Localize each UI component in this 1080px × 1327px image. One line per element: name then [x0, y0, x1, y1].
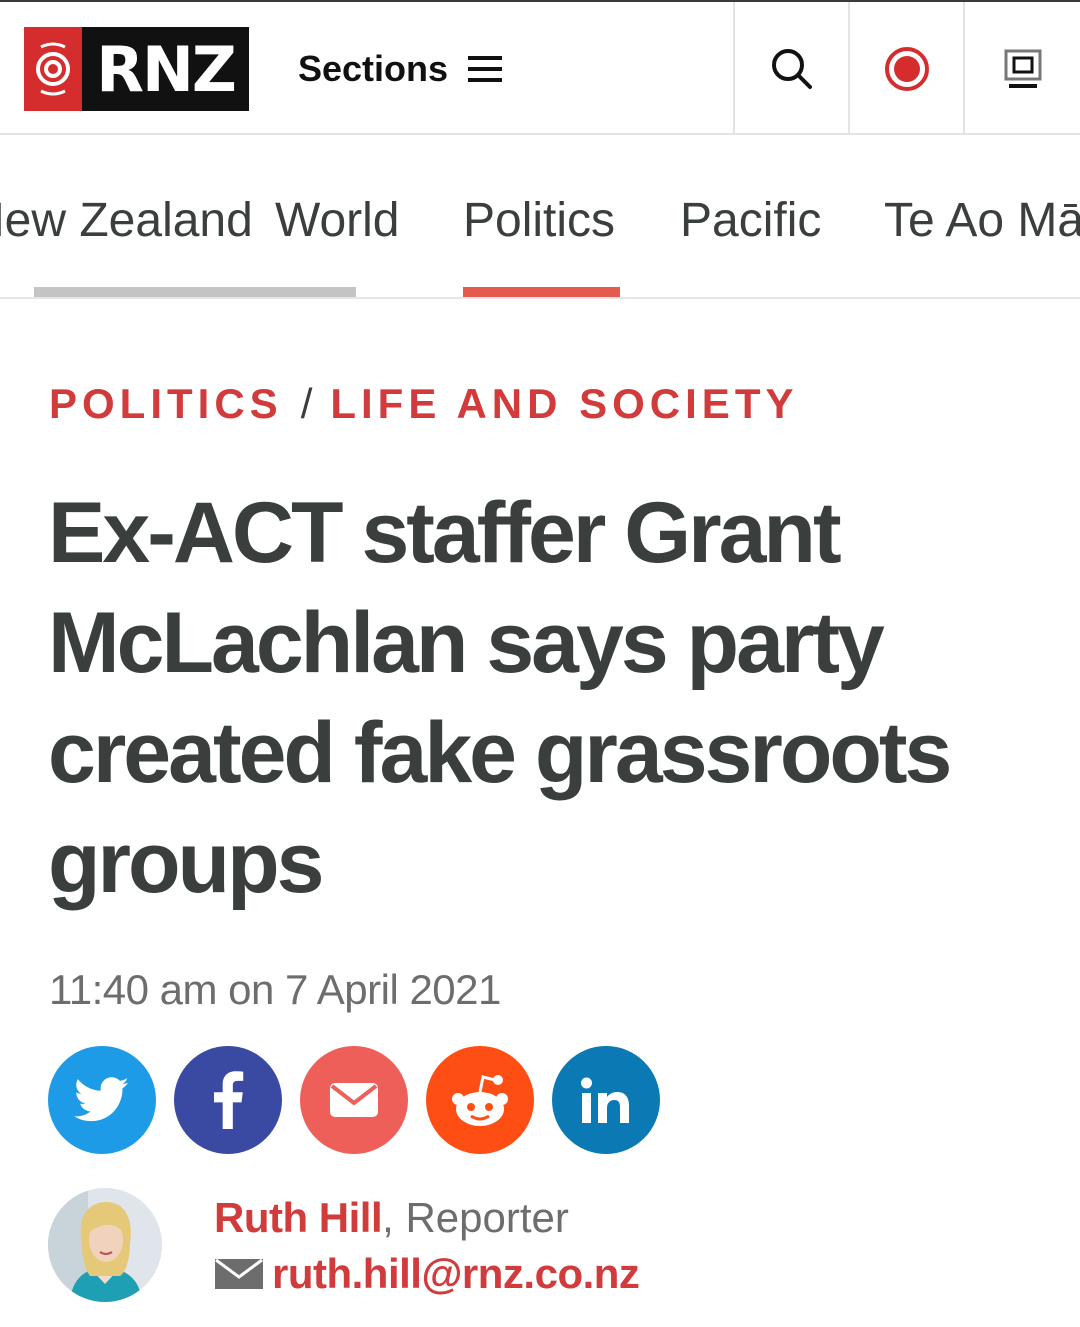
tab-new-zealand[interactable]: New Zealand: [0, 193, 253, 248]
tab-new-zealand-indicator: [34, 287, 356, 297]
twitter-icon: [74, 1077, 129, 1122]
author-byline: Ruth Hill, Reporter: [214, 1194, 569, 1242]
search-icon: [771, 48, 812, 89]
tab-politics-active-indicator: [463, 287, 620, 297]
linkedin-icon: [581, 1077, 629, 1123]
author-photo: [48, 1188, 162, 1302]
author-role: , Reporter: [382, 1194, 569, 1241]
sections-menu-button[interactable]: Sections: [298, 48, 503, 90]
hamburger-icon: [468, 56, 503, 82]
tab-pacific[interactable]: Pacific: [680, 193, 821, 248]
article-dateline: 11:40 am on 7 April 2021: [49, 966, 501, 1013]
facebook-icon: [213, 1071, 244, 1129]
share-linkedin-button[interactable]: [552, 1046, 660, 1154]
mail-icon: [330, 1083, 378, 1117]
category-separator: /: [300, 380, 313, 427]
author-email-address: ruth.hill@rnz.co.nz: [272, 1250, 640, 1297]
rnz-logo[interactable]: RNZ: [24, 27, 249, 111]
sections-label: Sections: [298, 48, 449, 89]
article-headline: Ex-ACT staffer Grant McLachlan says part…: [48, 485, 952, 911]
reddit-icon: [452, 1075, 508, 1126]
category-link-life-and-society[interactable]: LIFE AND SOCIETY: [330, 380, 798, 427]
live-radio-button[interactable]: [848, 2, 963, 135]
share-email-button[interactable]: [300, 1046, 408, 1154]
section-tabs: New Zealand World Politics Pacific Te Ao…: [0, 137, 1080, 299]
author-name-link[interactable]: Ruth Hill: [214, 1194, 383, 1241]
share-facebook-button[interactable]: [174, 1046, 282, 1154]
mail-icon: [215, 1258, 263, 1289]
share-reddit-button[interactable]: [426, 1046, 534, 1154]
author-avatar[interactable]: [48, 1188, 162, 1302]
article-category: POLITICS / LIFE AND SOCIETY: [49, 380, 799, 428]
author-email-link[interactable]: ruth.hill@rnz.co.nz: [214, 1250, 640, 1298]
rnz-logo-mark: [24, 27, 82, 111]
tab-te-ao-maori[interactable]: Te Ao Māori: [884, 193, 1080, 248]
tab-politics[interactable]: Politics: [463, 193, 615, 248]
rnz-logo-emblem-icon: [36, 42, 70, 96]
screen-button[interactable]: [963, 2, 1080, 135]
category-link-politics[interactable]: POLITICS: [49, 380, 283, 427]
site-header: RNZ Sections: [0, 0, 1080, 135]
tab-world[interactable]: World: [275, 193, 399, 248]
screen-icon: [1004, 49, 1041, 88]
live-radio-icon: [884, 46, 929, 91]
search-button[interactable]: [733, 2, 848, 135]
rnz-logo-text: RNZ: [82, 27, 249, 111]
share-twitter-button[interactable]: [48, 1046, 156, 1154]
